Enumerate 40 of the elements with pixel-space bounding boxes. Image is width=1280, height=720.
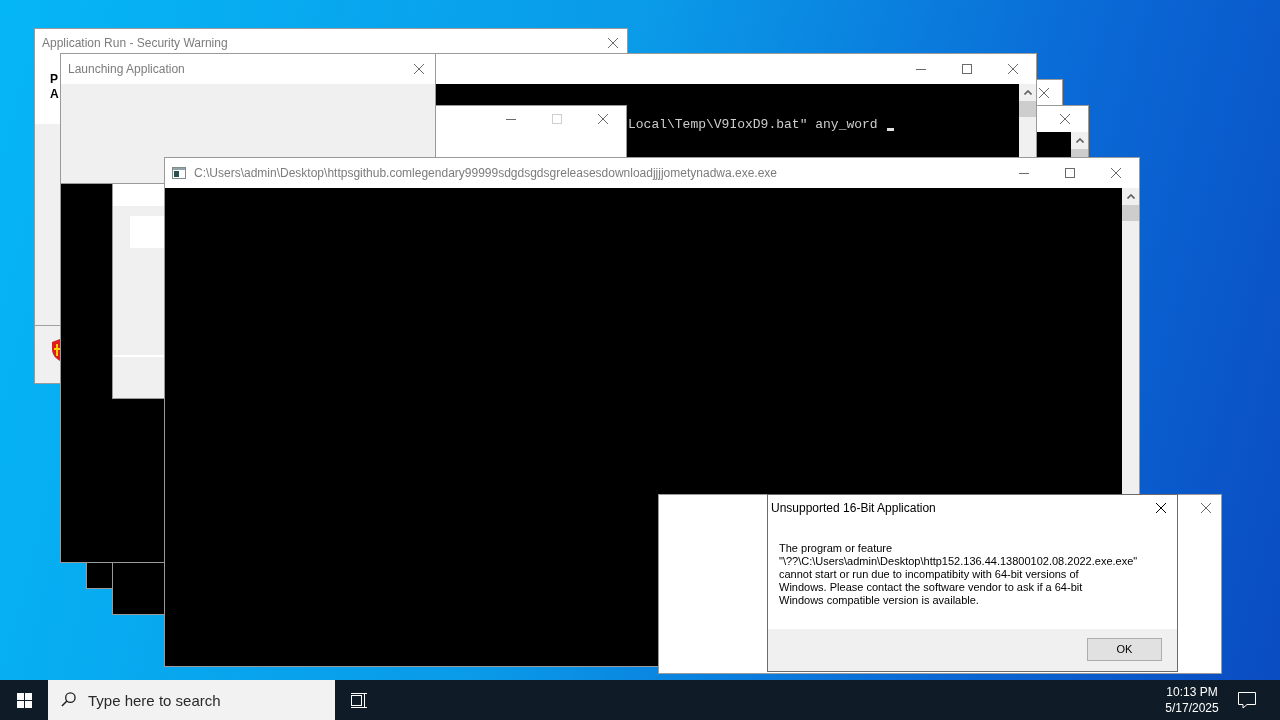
windows-logo-icon (16, 692, 32, 708)
window-title: Unsupported 16-Bit Application (771, 500, 936, 517)
text-cursor-icon (886, 128, 894, 131)
close-icon (1008, 64, 1018, 74)
close-icon (1156, 503, 1166, 513)
dialog-message: The program or feature "\??\C:\Users\admin\Desktop\http152.136.44.13800102.08.2022.exe.exe" cannot start or run due to incompatibity with 64-bit versions of Windows. Please contact the software vendor to ask if a 64-bit Windows compatible version is available. (779, 542, 1138, 607)
shield-icon (52, 339, 60, 361)
search-icon (61, 692, 76, 707)
maximize-icon (552, 114, 562, 124)
app-window-icon (172, 167, 186, 179)
clock-date: 5/17/2025 (1165, 700, 1219, 716)
close-icon (1111, 168, 1121, 178)
clock-time: 10:13 PM (1166, 684, 1218, 700)
close-icon (1060, 114, 1070, 124)
minimize-icon (506, 118, 516, 120)
close-icon (414, 64, 424, 74)
window-title: Launching Application (68, 61, 185, 78)
chevron-up-icon (1075, 138, 1084, 143)
scrollbar-thumb (1071, 149, 1088, 157)
heading-text: P (50, 72, 58, 87)
chevron-up-icon (1023, 90, 1032, 95)
console-text: Local\Temp\V9IoxD9.bat" any_word (628, 117, 878, 132)
heading-text: A (50, 87, 59, 102)
close-icon (608, 37, 618, 48)
chevron-up-icon (1126, 194, 1135, 199)
minimize-icon (916, 68, 926, 70)
task-view-icon (351, 692, 367, 708)
close-icon (1039, 88, 1049, 98)
window-title: Application Run - Security Warning (42, 34, 228, 52)
scrollbar-thumb (1122, 205, 1139, 221)
speech-bubble-icon (1238, 691, 1256, 709)
close-icon (1201, 503, 1211, 513)
search-field[interactable]: Type here to search (48, 680, 335, 720)
ok-button[interactable]: OK (1087, 637, 1162, 661)
maximize-icon (1065, 168, 1075, 178)
close-icon (598, 114, 608, 124)
minimize-icon (1019, 172, 1029, 174)
scrollbar-thumb (1019, 101, 1036, 117)
maximize-icon (962, 64, 972, 74)
window-title: C:\Users\admin\Desktop\httpsgithub.comlegendary99999sdgdsgdsgreleasesdownloadjjjjometynadwa.exe.exe (194, 165, 777, 182)
